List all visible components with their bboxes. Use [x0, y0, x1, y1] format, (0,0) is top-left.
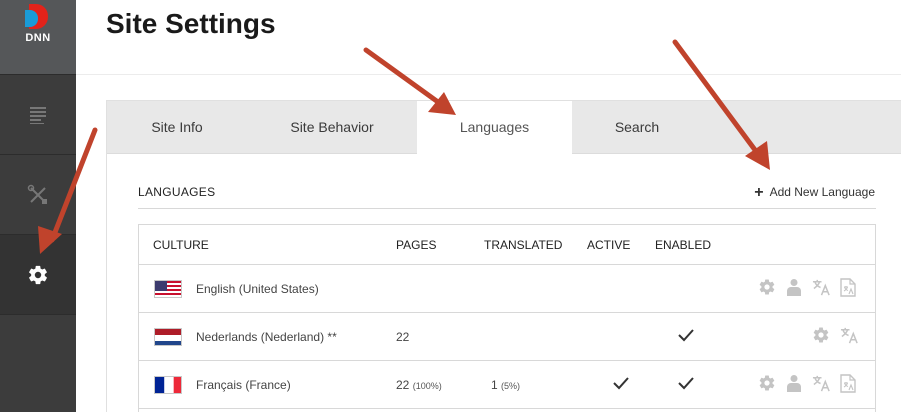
active-check-icon	[612, 375, 630, 394]
enabled-check-icon	[677, 327, 695, 346]
tab-languages[interactable]: Languages	[417, 101, 572, 155]
table-row[interactable]: English (United States)	[139, 265, 875, 313]
translated-percent: (5%)	[501, 381, 521, 391]
pages-count: 22	[396, 330, 410, 344]
tools-icon	[27, 184, 47, 204]
culture-name: English (United States)	[196, 282, 319, 296]
section-divider	[138, 208, 876, 209]
sidebar-item-content[interactable]	[0, 74, 76, 154]
translated-count: 1	[491, 378, 498, 392]
column-active: ACTIVE	[587, 238, 631, 252]
gear-icon[interactable]	[758, 278, 776, 299]
content-icon	[30, 106, 46, 124]
gear-icon	[29, 265, 47, 284]
column-pages: PAGES	[396, 238, 437, 252]
translate-icon[interactable]	[840, 326, 859, 348]
header-divider	[76, 74, 901, 75]
pages-cell: 22 (100%)	[396, 378, 442, 392]
table-row[interactable]: Nederlands (Nederland) ** 22	[139, 313, 875, 361]
user-icon[interactable]	[786, 278, 802, 299]
translate-page-icon[interactable]	[840, 278, 856, 300]
nl-flag-icon	[154, 328, 182, 346]
culture-name: Français (France)	[196, 378, 291, 392]
gear-icon[interactable]	[812, 326, 830, 347]
pages-count: 22	[396, 378, 410, 392]
column-culture: CULTURE	[153, 238, 209, 252]
tab-site-behavior[interactable]: Site Behavior	[247, 101, 417, 154]
section-title: LANGUAGES	[138, 185, 216, 199]
gear-icon[interactable]	[758, 374, 776, 395]
translate-page-icon[interactable]	[840, 374, 856, 396]
settings-panel: Site Info Site Behavior Languages Search…	[106, 100, 901, 412]
tab-search[interactable]: Search	[572, 101, 702, 154]
tab-bar: Site Info Site Behavior Languages Search	[107, 101, 901, 155]
languages-table: CULTURE PAGES TRANSLATED ACTIVE ENABLED	[138, 224, 876, 412]
translate-icon[interactable]	[812, 374, 831, 396]
logo[interactable]: DNN	[0, 0, 76, 74]
table-row[interactable]: Français (France) 22 (100%) 1 (5%)	[139, 361, 875, 409]
translated-cell: 1 (5%)	[491, 378, 520, 392]
plus-icon: +	[754, 184, 764, 201]
column-translated: TRANSLATED	[484, 238, 563, 252]
pages-percent: (100%)	[412, 381, 442, 391]
table-header: CULTURE PAGES TRANSLATED ACTIVE ENABLED	[139, 225, 875, 265]
logo-text: DNN	[25, 32, 51, 44]
sidebar-item-empty	[0, 314, 76, 394]
user-icon[interactable]	[786, 374, 802, 395]
tab-site-info[interactable]: Site Info	[107, 101, 247, 154]
sidebar-item-tools[interactable]	[0, 154, 76, 234]
add-new-language-button[interactable]: + Add New Language	[754, 184, 875, 202]
enabled-check-icon	[677, 375, 695, 394]
page-title: Site Settings	[106, 8, 276, 39]
dnn-logo-icon: DNN	[23, 4, 53, 48]
sidebar-item-settings[interactable]	[0, 234, 76, 314]
translate-icon[interactable]	[812, 278, 831, 300]
fr-flag-icon	[154, 376, 182, 394]
culture-name: Nederlands (Nederland) **	[196, 330, 337, 344]
sidebar: DNN	[0, 0, 76, 412]
us-flag-icon	[154, 280, 182, 298]
add-new-language-label: Add New Language	[769, 185, 875, 199]
column-enabled: ENABLED	[655, 238, 712, 252]
